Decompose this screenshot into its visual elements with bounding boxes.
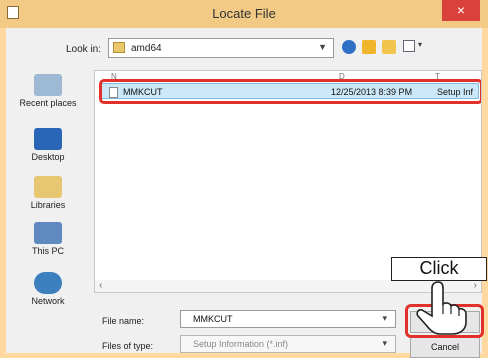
view-menu-arrow-icon[interactable]: ▾ xyxy=(418,40,422,49)
up-folder-icon[interactable] xyxy=(362,40,376,54)
folder-icon xyxy=(113,42,125,53)
file-name-input[interactable]: MMKCUT ▾ xyxy=(180,310,396,328)
look-in-value: amd64 xyxy=(131,43,162,54)
file-name-label: File name: xyxy=(102,316,145,326)
place-label: Libraries xyxy=(30,200,66,210)
look-in-dropdown[interactable]: amd64 ▼ xyxy=(108,38,334,58)
back-icon[interactable] xyxy=(342,40,356,54)
scroll-right-icon[interactable]: › xyxy=(474,280,477,291)
place-recent-places[interactable]: Recent places xyxy=(6,74,90,108)
chevron-down-icon: ▾ xyxy=(382,338,387,348)
place-label: This PC xyxy=(31,246,64,256)
places-bar: Recent places Desktop Libraries This PC … xyxy=(6,70,90,348)
place-label: Network xyxy=(31,296,65,306)
look-in-label: Look in: xyxy=(66,44,102,55)
this-pc-icon xyxy=(34,222,62,244)
window-title: Locate File xyxy=(212,6,276,21)
locate-file-dialog: Locate File × Look in: amd64 ▼ ▾ Recent … xyxy=(0,0,488,358)
cancel-button[interactable]: Cancel xyxy=(410,336,480,358)
place-desktop[interactable]: Desktop xyxy=(6,128,90,162)
file-row-highlight-annotation xyxy=(99,79,481,104)
view-menu-icon[interactable] xyxy=(403,40,415,52)
files-of-type-dropdown[interactable]: Setup Information (*.inf) ▾ xyxy=(180,335,396,353)
place-label: Desktop xyxy=(31,152,65,162)
title-bar: Locate File × xyxy=(0,0,488,28)
scroll-left-icon[interactable]: ‹ xyxy=(99,280,102,291)
files-of-type-label: Files of type: xyxy=(102,341,154,351)
close-button[interactable]: × xyxy=(442,0,480,21)
place-this-pc[interactable]: This PC xyxy=(6,222,90,256)
libraries-icon xyxy=(34,176,62,198)
chevron-down-icon: ▼ xyxy=(318,42,327,52)
files-of-type-value: Setup Information (*.inf) xyxy=(193,339,289,349)
desktop-icon xyxy=(34,128,62,150)
dialog-body: Look in: amd64 ▼ ▾ Recent places Desktop… xyxy=(6,28,487,358)
file-name-value: MMKCUT xyxy=(193,314,233,324)
chevron-down-icon[interactable]: ▾ xyxy=(382,313,387,324)
place-network[interactable]: Network xyxy=(6,272,90,306)
place-libraries[interactable]: Libraries xyxy=(6,176,90,210)
recent-places-icon xyxy=(34,74,62,96)
new-folder-icon[interactable] xyxy=(382,40,396,54)
place-label: Recent places xyxy=(19,98,77,108)
pointing-hand-icon xyxy=(416,281,467,335)
network-icon xyxy=(34,272,62,294)
